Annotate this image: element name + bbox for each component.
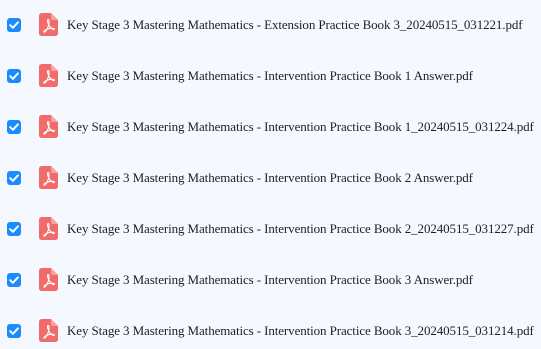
file-name[interactable]: Key Stage 3 Mastering Mathematics - Inte… — [67, 272, 473, 288]
file-name[interactable]: Key Stage 3 Mastering Mathematics - Inte… — [67, 68, 473, 84]
file-row[interactable]: Key Stage 3 Mastering Mathematics - Inte… — [0, 265, 541, 295]
checkbox-checked-icon[interactable] — [7, 324, 21, 338]
checkbox-checked-icon[interactable] — [7, 222, 21, 236]
file-row[interactable]: Key Stage 3 Mastering Mathematics - Inte… — [0, 112, 541, 142]
file-name[interactable]: Key Stage 3 Mastering Mathematics - Inte… — [67, 119, 534, 135]
file-row[interactable]: Key Stage 3 Mastering Mathematics - Exte… — [0, 10, 541, 40]
pdf-file-icon — [39, 115, 58, 138]
file-list: Key Stage 3 Mastering Mathematics - Exte… — [0, 0, 541, 349]
file-row[interactable]: Key Stage 3 Mastering Mathematics - Inte… — [0, 214, 541, 244]
file-name[interactable]: Key Stage 3 Mastering Mathematics - Exte… — [67, 17, 523, 33]
pdf-file-icon — [39, 268, 58, 291]
file-name[interactable]: Key Stage 3 Mastering Mathematics - Inte… — [67, 170, 473, 186]
file-row[interactable]: Key Stage 3 Mastering Mathematics - Inte… — [0, 163, 541, 193]
checkbox-checked-icon[interactable] — [7, 273, 21, 287]
pdf-file-icon — [39, 166, 58, 189]
pdf-file-icon — [39, 217, 58, 240]
file-name[interactable]: Key Stage 3 Mastering Mathematics - Inte… — [67, 323, 534, 339]
file-name[interactable]: Key Stage 3 Mastering Mathematics - Inte… — [67, 221, 534, 237]
checkbox-checked-icon[interactable] — [7, 18, 21, 32]
file-row[interactable]: Key Stage 3 Mastering Mathematics - Inte… — [0, 316, 541, 346]
pdf-file-icon — [39, 319, 58, 342]
pdf-file-icon — [39, 13, 58, 36]
checkbox-checked-icon[interactable] — [7, 171, 21, 185]
file-row[interactable]: Key Stage 3 Mastering Mathematics - Inte… — [0, 61, 541, 91]
pdf-file-icon — [39, 64, 58, 87]
checkbox-checked-icon[interactable] — [7, 69, 21, 83]
checkbox-checked-icon[interactable] — [7, 120, 21, 134]
